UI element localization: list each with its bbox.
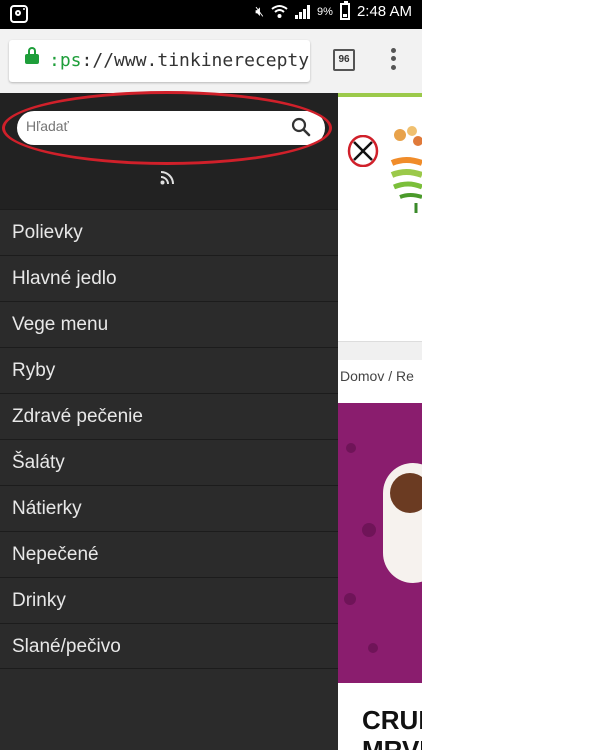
recipe-title-line-1: CRUMI xyxy=(362,705,422,735)
menu-item-zdrave-pecenie[interactable]: Zdravé pečenie xyxy=(0,393,338,439)
site-logo[interactable] xyxy=(390,123,422,223)
battery-icon xyxy=(339,1,350,20)
rss-icon[interactable] xyxy=(160,170,175,185)
category-menu: Polievky Hlavné jedlo Vege menu Ryby Zdr… xyxy=(0,209,338,669)
phone-screen: 🔇︎ 9% 2:48 AM :ps://www.tinkinerecepty.s… xyxy=(0,0,422,750)
wifi-icon xyxy=(271,5,288,18)
close-icon[interactable] xyxy=(347,135,379,167)
navigation-drawer: Polievky Hlavné jedlo Vege menu Ryby Zdr… xyxy=(0,91,338,750)
search-icon[interactable] xyxy=(291,117,311,137)
battery-percent: 9% xyxy=(317,5,333,18)
menu-item-vege-menu[interactable]: Vege menu xyxy=(0,301,338,347)
search-input[interactable] xyxy=(26,118,266,134)
instagram-icon xyxy=(10,5,28,23)
menu-item-salaty[interactable]: Šaláty xyxy=(0,439,338,485)
tabs-button[interactable]: 96 xyxy=(333,49,355,71)
browser-toolbar: :ps://www.tinkinerecepty.sk/c 96 xyxy=(0,29,422,93)
recipe-title[interactable]: CRUMI MRVE xyxy=(362,705,422,750)
menu-item-nepecene[interactable]: Nepečené xyxy=(0,531,338,577)
recipe-image[interactable] xyxy=(338,403,422,683)
signal-icon xyxy=(295,4,311,19)
url-host: ://www.tinkinerecepty.sk/c xyxy=(81,50,310,71)
search-box[interactable] xyxy=(17,111,325,145)
address-bar[interactable]: :ps://www.tinkinerecepty.sk/c xyxy=(9,40,310,82)
section-divider xyxy=(338,341,422,360)
header-accent-line xyxy=(338,93,422,97)
menu-item-polievky[interactable]: Polievky xyxy=(0,209,338,255)
menu-item-ryby[interactable]: Ryby xyxy=(0,347,338,393)
menu-item-hlavne-jedlo[interactable]: Hlavné jedlo xyxy=(0,255,338,301)
overflow-menu-button[interactable] xyxy=(386,46,400,72)
url-text: :ps://www.tinkinerecepty.sk/c xyxy=(49,50,310,71)
clock: 2:48 AM xyxy=(356,3,412,20)
status-bar: 🔇︎ 9% 2:48 AM xyxy=(0,0,422,29)
drawer-header xyxy=(0,91,338,209)
menu-item-natierky[interactable]: Nátierky xyxy=(0,485,338,531)
lock-icon xyxy=(25,47,39,64)
menu-item-slane-pecivo[interactable]: Slané/pečivo xyxy=(0,623,338,669)
page-content: Domov / Re CRUMI MRVE xyxy=(338,93,422,750)
menu-item-drinky[interactable]: Drinky xyxy=(0,577,338,623)
breadcrumb[interactable]: Domov / Re xyxy=(340,368,414,384)
mute-icon: 🔇︎ xyxy=(255,3,265,19)
recipe-title-line-2: MRVE xyxy=(362,735,422,750)
url-scheme: :ps xyxy=(49,50,82,71)
